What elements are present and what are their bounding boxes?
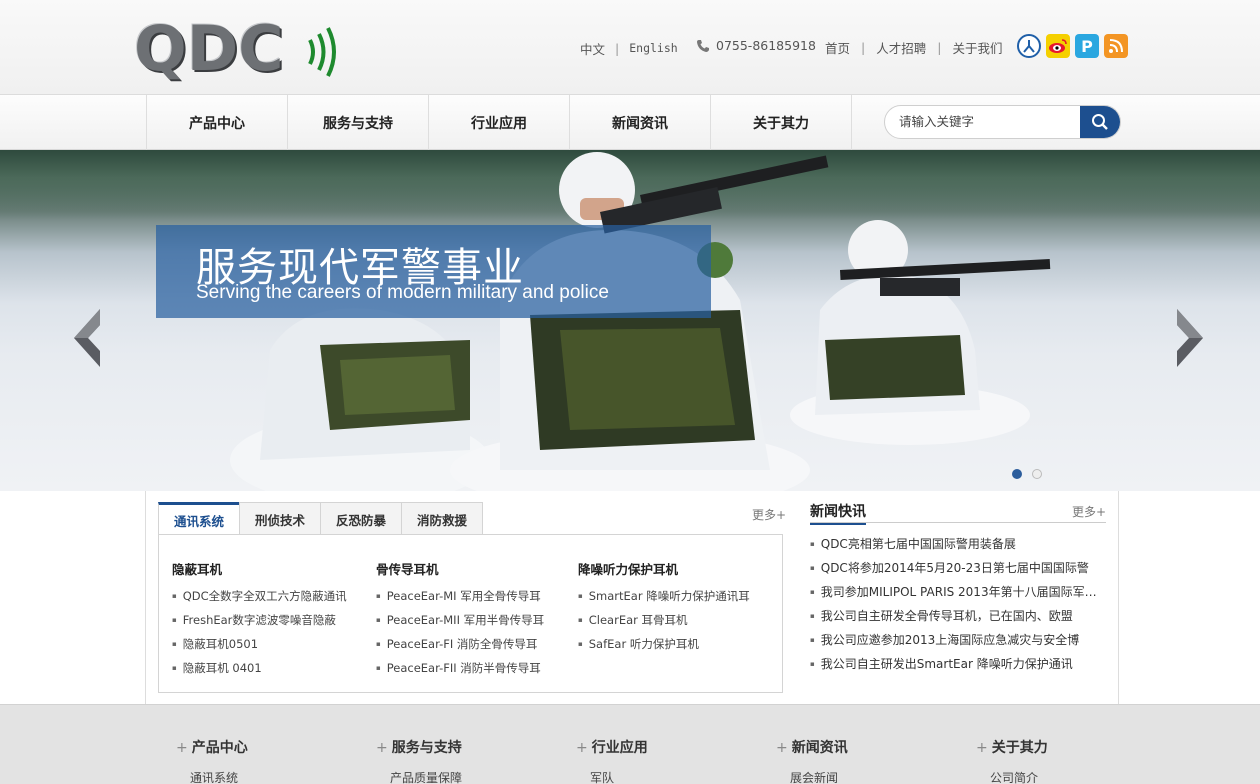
careers-link[interactable]: 人才招聘 [876,38,926,57]
phone-icon [697,39,709,52]
search-button[interactable] [1080,106,1120,138]
footer-column-industry: + 行业应用 军队 [576,737,648,784]
news-item[interactable]: 我公司自主研发全骨传导耳机，已在国内、欧盟 [810,608,1100,632]
nav-item-news[interactable]: 新闻资讯 [570,95,711,150]
news-title: 新闻快讯 [810,501,866,525]
nav-item-service[interactable]: 服务与支持 [288,95,429,150]
top-header: QDC 中文 | English 0755-86185918 首页 | 人才招聘… [0,0,1260,95]
main-navigation: 产品中心 服务与支持 行业应用 新闻资讯 关于其力 [0,95,1260,150]
tab-forensics[interactable]: 刑侦技术 [239,502,322,535]
list-item[interactable]: PeaceEar-MII 军用半骨传导耳 [376,613,544,637]
column-title[interactable]: 隐蔽耳机 [172,559,347,578]
tab-fire-rescue[interactable]: 消防救援 [401,502,484,535]
search-box [884,105,1121,139]
lang-english-link[interactable]: English [629,41,677,55]
product-tabs: 通讯系统 刑侦技术 反恐防暴 消防救援 [158,502,484,535]
tab-anti-terror[interactable]: 反恐防暴 [320,502,403,535]
nav-item-about[interactable]: 关于其力 [711,95,852,150]
logo-text: QDC [134,12,284,85]
divider: | [861,40,866,55]
list-item[interactable]: 隐蔽耳机 0401 [172,661,347,685]
list-item[interactable]: PeaceEar-FI 消防全骨传导耳 [376,637,544,661]
footer-heading[interactable]: 产品中心 [192,740,248,756]
divider: | [937,40,942,55]
news-panel: 新闻快讯 更多+ QDC亮相第七届中国国际警用装备展 QDC将参加2014年5月… [810,501,1106,680]
qdc-logo[interactable]: QDC [134,12,346,85]
product-column-covert: 隐蔽耳机 QDC全数字全双工六方隐蔽通讯 FreshEar数字滤波零噪音隐蔽 隐… [172,559,347,685]
social-links: P [1017,34,1128,58]
list-item[interactable]: ClearEar 耳骨耳机 [578,613,750,637]
slide-indicators [1012,469,1042,479]
footer-heading[interactable]: 新闻资讯 [792,740,848,756]
news-item[interactable]: 我公司自主研发出SmartEar 降噪听力保护通讯 [810,656,1100,680]
phone-number: 0755-86185918 [696,38,816,53]
signal-waves-icon [308,27,336,77]
lang-chinese-link[interactable]: 中文 [580,39,605,58]
news-item[interactable]: QDC亮相第七届中国国际警用装备展 [810,536,1100,560]
news-more-link[interactable]: 更多+ [1072,503,1106,520]
home-link[interactable]: 首页 [825,38,850,57]
plus-icon: + [976,740,988,756]
slide-dot[interactable] [1032,469,1042,479]
banner-slogan: 服务现代军警事业 Serving the careers of modern m… [156,225,711,318]
footer-heading[interactable]: 行业应用 [592,740,648,756]
footer-link[interactable]: 产品质量保障 [390,769,462,784]
hero-banner: 服务现代军警事业 Serving the careers of modern m… [0,150,1260,491]
news-item[interactable]: 我司参加MILIPOL PARIS 2013年第十八届国际军… [810,584,1100,608]
content-area: 通讯系统 刑侦技术 反恐防暴 消防救援 更多+ 隐蔽耳机 QDC全数字全双工六方… [145,491,1119,704]
product-tab-panel: 隐蔽耳机 QDC全数字全双工六方隐蔽通讯 FreshEar数字滤波零噪音隐蔽 隐… [158,534,783,693]
search-input[interactable] [899,114,1079,129]
renren-icon[interactable] [1017,34,1041,58]
nav-item-products[interactable]: 产品中心 [147,95,288,150]
pinyin-icon[interactable]: P [1075,34,1099,58]
prev-slide-arrow-icon[interactable] [70,307,102,369]
divider: | [615,40,620,56]
footer-link[interactable]: 公司简介 [990,769,1048,784]
next-slide-arrow-icon[interactable] [1175,307,1207,369]
soldiers-illustration [230,152,1051,491]
footer-heading[interactable]: 服务与支持 [392,740,462,756]
list-item[interactable]: PeaceEar-FII 消防半骨传导耳 [376,661,544,685]
list-item[interactable]: PeaceEar-MI 军用全骨传导耳 [376,589,544,613]
products-more-link[interactable]: 更多+ [752,506,786,523]
plus-icon: + [176,740,188,756]
list-item[interactable]: 隐蔽耳机0501 [172,637,347,661]
phone-text: 0755-86185918 [716,38,816,53]
footer-column-news: + 新闻资讯 展会新闻 [776,737,848,784]
footer-column-service: + 服务与支持 产品质量保障 [376,737,462,784]
footer-column-about: + 关于其力 公司简介 [976,737,1048,784]
weibo-icon[interactable] [1046,34,1070,58]
column-title[interactable]: 降噪听力保护耳机 [578,559,750,578]
product-column-bone: 骨传导耳机 PeaceEar-MI 军用全骨传导耳 PeaceEar-MII 军… [376,559,544,685]
footer-link[interactable]: 通讯系统 [190,769,248,784]
tab-communication[interactable]: 通讯系统 [158,502,241,535]
news-item[interactable]: QDC将参加2014年5月20-23日第七届中国国际警 [810,560,1100,584]
list-item[interactable]: SafEar 听力保护耳机 [578,637,750,661]
list-item[interactable]: SmartEar 降噪听力保护通讯耳 [578,589,750,613]
search-icon [1092,114,1108,130]
news-item[interactable]: 我公司应邀参加2013上海国际应急减灾与安全博 [810,632,1100,656]
footer-column-products: + 产品中心 通讯系统 [176,737,248,784]
product-column-noise: 降噪听力保护耳机 SmartEar 降噪听力保护通讯耳 ClearEar 耳骨耳… [578,559,750,661]
column-title[interactable]: 骨传导耳机 [376,559,544,578]
rss-icon[interactable] [1104,34,1128,58]
footer-heading[interactable]: 关于其力 [992,740,1048,756]
plus-icon: + [776,740,788,756]
footer-link[interactable]: 军队 [590,769,648,784]
banner-title-en: Serving the careers of modern military a… [196,282,609,303]
footer-link[interactable]: 展会新闻 [790,769,848,784]
plus-icon: + [376,740,388,756]
header-links: 首页 | 人才招聘 | 关于我们 [825,38,1002,57]
nav-item-industry[interactable]: 行业应用 [429,95,570,150]
plus-icon: + [576,740,588,756]
about-us-link[interactable]: 关于我们 [952,38,1002,57]
list-item[interactable]: QDC全数字全双工六方隐蔽通讯 [172,589,347,613]
language-switcher: 中文 | English [580,38,678,58]
footer: + 产品中心 通讯系统 + 服务与支持 产品质量保障 + 行业应用 军队 + 新闻资讯 … [0,704,1260,784]
list-item[interactable]: FreshEar数字滤波零噪音隐蔽 [172,613,347,637]
slide-dot[interactable] [1012,469,1022,479]
